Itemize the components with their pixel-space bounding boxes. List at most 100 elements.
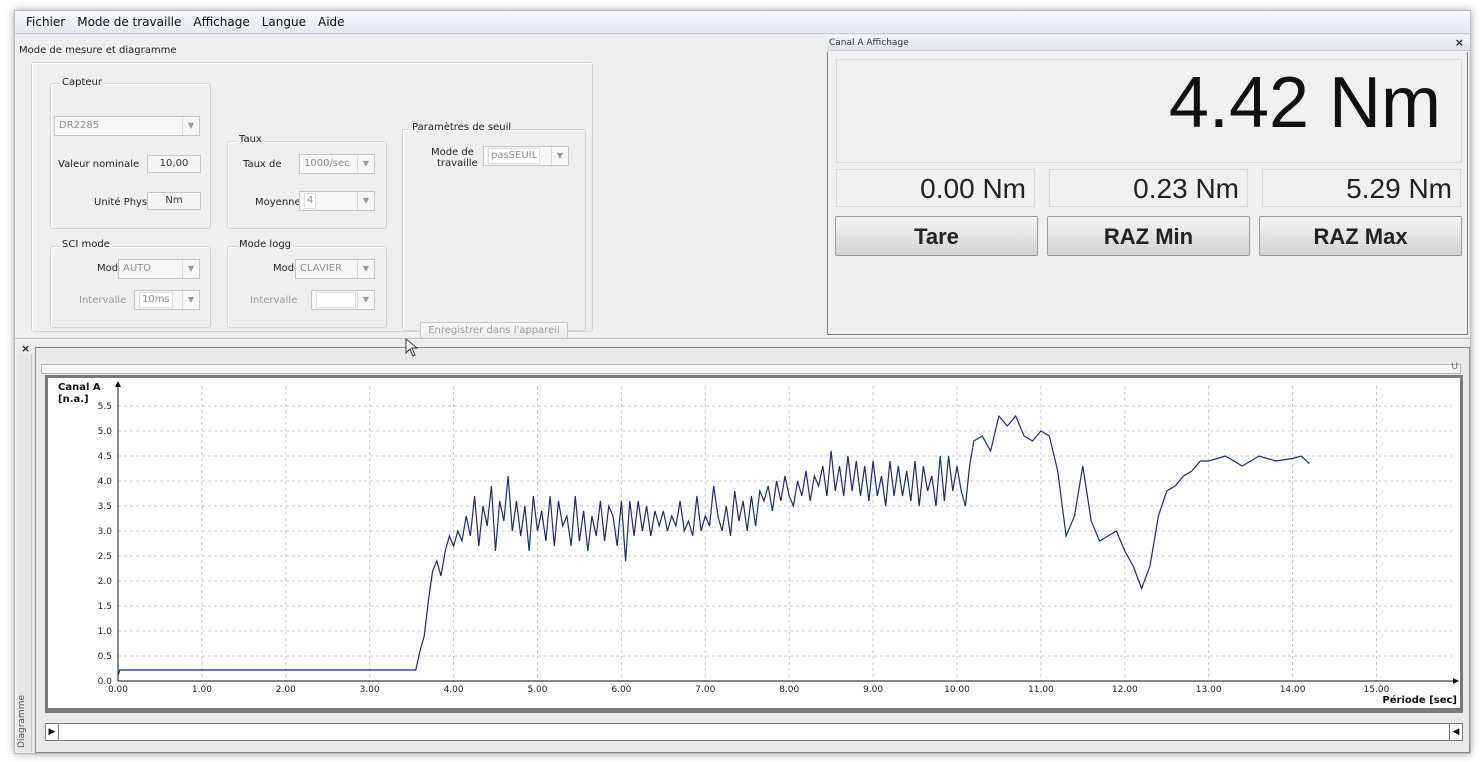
x-tick-label: 10.00 (944, 685, 970, 695)
unit-field[interactable]: Nm (147, 192, 201, 210)
logg-interval-label: Intervalle (250, 295, 298, 306)
x-tick-label: 12.00 (1112, 685, 1138, 695)
x-tick-label: 8.00 (779, 685, 799, 695)
y-tick-label: 1.0 (98, 627, 113, 637)
average-select[interactable]: 4 ▼ (299, 191, 375, 211)
y-tick-label: 3.0 (98, 527, 113, 537)
capteur-group-title: Capteur (60, 77, 104, 88)
sci-interval-value: 10ms (139, 292, 173, 308)
close-icon[interactable]: × (1455, 35, 1464, 51)
chart-ticks: 0.00 1.00 2.00 3.00 4.00 5.00 6.00 7.00 8.00 9.00… (98, 402, 1390, 695)
menu-mode-de-travaille[interactable]: Mode de travaille (72, 15, 186, 29)
chart-axes (115, 381, 1459, 684)
plot-border: 0.00 1.00 2.00 3.00 4.00 5.00 6.00 7.00 8.00 9.00… (45, 375, 1463, 713)
threshold-mode-label-1: Mode de (431, 147, 474, 158)
y-tick-label: 0.0 (98, 677, 113, 687)
x-tick-label: 15.00 (1364, 685, 1390, 695)
x-tick-label: 5.00 (527, 685, 547, 695)
menu-fichier[interactable]: Fichier (21, 15, 70, 29)
threshold-mode-label-2: travaille (437, 158, 478, 169)
x-tick-label: 13.00 (1196, 685, 1222, 695)
rate-label: Taux de (243, 159, 282, 170)
y-axis-label-1: Canal A (58, 382, 101, 393)
logg-interval-select[interactable]: ▼ (311, 290, 375, 310)
scroll-right-arrow-icon[interactable]: ▶ (46, 724, 59, 740)
y-tick-label: 3.5 (98, 502, 112, 512)
chevron-down-icon: ▼ (551, 147, 568, 165)
chevron-down-icon: ▼ (182, 260, 199, 278)
x-tick-label: 1.00 (192, 685, 212, 695)
diagram-panel: × Diagramme U 0.00 1.00 2.00 3.00 4.00 5.00 6.… (15, 338, 1470, 753)
y-tick-label: 2.5 (98, 552, 112, 562)
measure-mode-title: Mode de mesure et diagramme (19, 45, 177, 56)
chevron-down-icon: ▼ (357, 291, 374, 309)
plot-area: 0.00 1.00 2.00 3.00 4.00 5.00 6.00 7.00 8.00 9.00… (48, 378, 1460, 708)
horizontal-scrollbar[interactable]: ▶ ◀ (45, 723, 1463, 741)
current-value-box: 0.00 Nm (836, 169, 1035, 207)
x-tick-label: 14.00 (1280, 685, 1306, 695)
y-tick-label: 4.0 (98, 477, 113, 487)
logg-interval-value (316, 292, 356, 308)
app-window: Fichier Mode de travaille Affichage Lang… (14, 10, 1471, 754)
diagram-side-label: Diagramme (17, 695, 27, 748)
series-line (117, 414, 1310, 677)
menu-affichage[interactable]: Affichage (188, 15, 254, 29)
slider-end-marker: U (1451, 362, 1458, 372)
x-axis-arrow (1453, 678, 1459, 684)
y-axis-arrow (115, 381, 121, 387)
y-tick-label: 1.5 (98, 602, 112, 612)
sci-interval-select[interactable]: 10ms ▼ (134, 290, 200, 310)
chevron-down-icon: ▼ (357, 192, 374, 210)
reset-max-button[interactable]: RAZ Max (1259, 216, 1462, 256)
nominal-value-label: Valeur nominale (58, 159, 140, 170)
diagram-side-tab[interactable]: Diagramme (17, 354, 32, 752)
x-tick-label: 4.00 (444, 685, 464, 695)
max-value-box: 5.29 Nm (1262, 169, 1461, 207)
chevron-down-icon: ▼ (357, 260, 374, 278)
sci-group-title: SCI mode (60, 239, 112, 250)
average-select-value: 4 (304, 193, 317, 209)
taux-group-title: Taux (237, 134, 264, 145)
threshold-mode-value: pasSEUIL (488, 148, 541, 164)
chart-grid (118, 386, 1452, 681)
line-chart: 0.00 1.00 2.00 3.00 4.00 5.00 6.00 7.00 8.00 9.00… (58, 381, 1459, 706)
chevron-down-icon: ▼ (182, 117, 199, 135)
x-tick-label: 7.00 (695, 685, 715, 695)
y-tick-label: 5.0 (98, 427, 113, 437)
time-range-slider[interactable]: U (41, 362, 1461, 374)
tare-button[interactable]: Tare (835, 216, 1038, 256)
y-tick-label: 4.5 (98, 452, 112, 462)
rate-select-value: 1000/sec (304, 158, 350, 169)
sci-interval-label: Intervalle (79, 295, 127, 306)
y-tick-label: 5.5 (98, 402, 112, 412)
logg-mode-select[interactable]: CLAVIER ▼ (295, 259, 375, 279)
rate-select[interactable]: 1000/sec ▼ (299, 154, 375, 174)
x-axis-label: Période [sec] (1382, 694, 1457, 706)
y-axis-label-2: [n.a.] (58, 394, 89, 405)
chevron-down-icon: ▼ (182, 291, 199, 309)
threshold-mode-select[interactable]: pasSEUIL ▼ (483, 146, 569, 166)
main-reading: 4.42 Nm (1168, 63, 1441, 143)
unit-label: Unité Phys (94, 197, 148, 208)
sensor-select[interactable]: DR2285 ▼ (54, 116, 200, 136)
y-tick-label: 0.5 (98, 652, 112, 662)
x-tick-label: 6.00 (611, 685, 631, 695)
measure-mode-panel: Mode de mesure et diagramme Capteur DR22… (17, 35, 825, 340)
sensor-select-value: DR2285 (59, 120, 100, 131)
logg-group-title: Mode logg (237, 239, 294, 250)
sci-mode-value: AUTO (123, 263, 152, 274)
scroll-left-arrow-icon[interactable]: ◀ (1449, 724, 1462, 740)
chevron-down-icon: ▼ (357, 155, 374, 173)
y-tick-label: 2.0 (98, 577, 113, 587)
sci-mode-select[interactable]: AUTO ▼ (118, 259, 200, 279)
reset-min-button[interactable]: RAZ Min (1047, 216, 1250, 256)
x-tick-label: 9.00 (863, 685, 883, 695)
x-tick-label: 3.00 (360, 685, 380, 695)
nominal-value-field[interactable]: 10,00 (147, 155, 201, 173)
menu-aide[interactable]: Aide (313, 15, 350, 29)
logg-mode-value: CLAVIER (300, 263, 343, 274)
min-value-box: 0.23 Nm (1049, 169, 1248, 207)
channel-display-panel: Canal A Affichage × 4.42 Nm 0.00 Nm 0.23… (827, 35, 1470, 337)
menu-langue[interactable]: Langue (257, 15, 311, 29)
seuil-group-title: Paramètres de seuil (410, 122, 514, 133)
